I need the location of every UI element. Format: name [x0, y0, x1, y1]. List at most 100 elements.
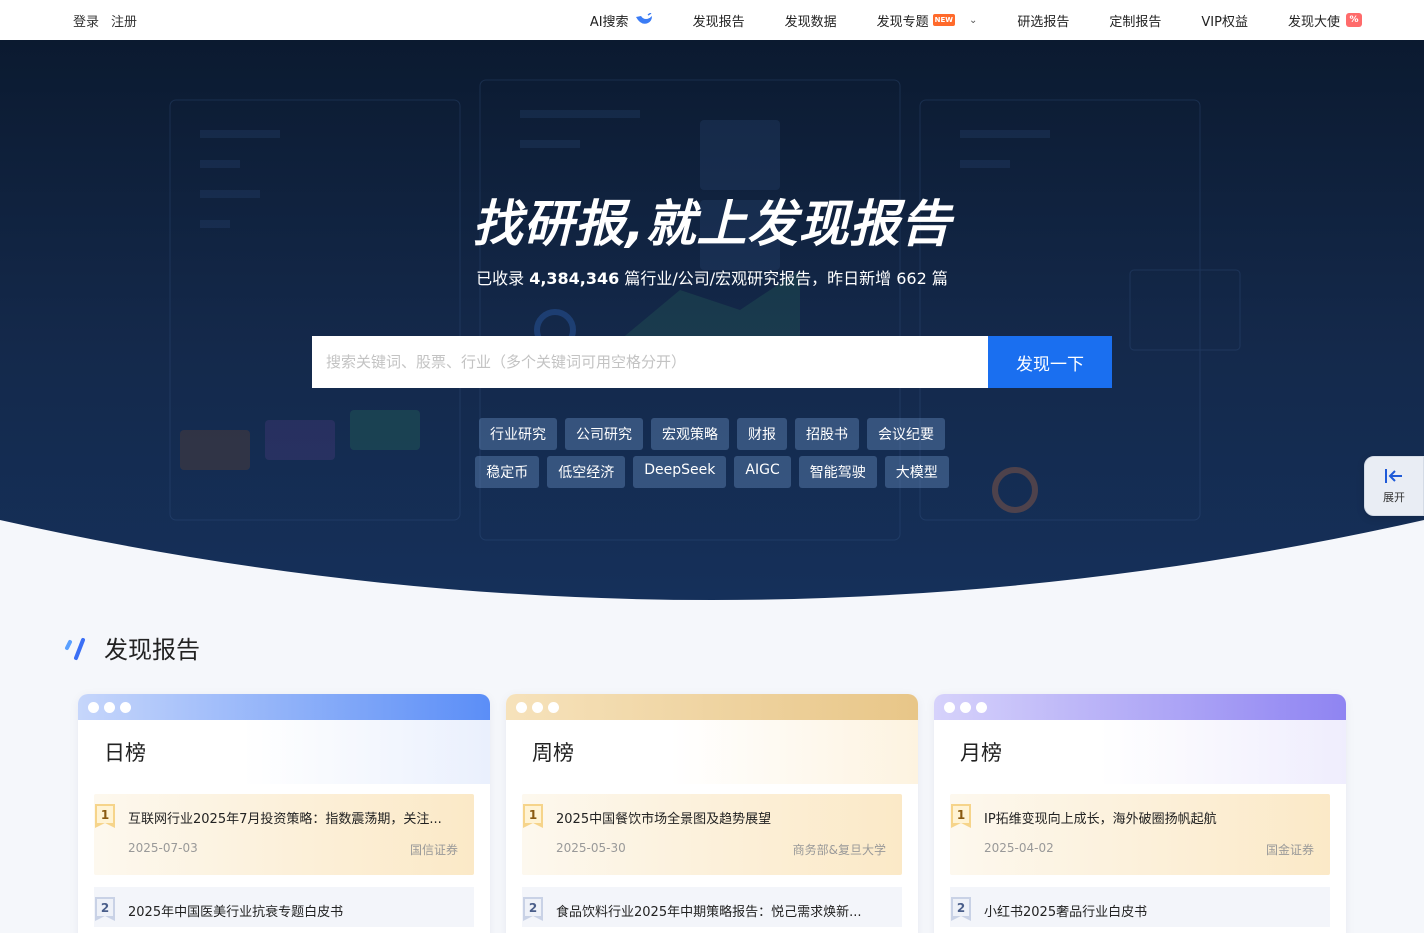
nav-label: 发现专题	[876, 14, 929, 30]
nav-ambassador[interactable]: 发现大使 %	[1288, 11, 1362, 30]
window-dot	[960, 701, 971, 713]
tag-chip[interactable]: DeepSeek	[633, 456, 727, 488]
window-dot	[516, 701, 527, 713]
nav-label: 发现数据	[784, 14, 837, 30]
card-title: 日榜	[78, 720, 490, 784]
tag-chip[interactable]: 宏观策略	[651, 418, 729, 450]
report-title: 小红书2025奢品行业白皮书	[984, 905, 1148, 920]
chevron-down-icon[interactable]: ⌄	[969, 15, 977, 26]
report-date: 2025-07-03	[128, 841, 198, 855]
tag-chip[interactable]: 稳定币	[475, 456, 540, 488]
hero-banner: 找研报,就上发现报告 已收录 4,384,346 篇行业/公司/宏观研究报告，昨…	[0, 40, 1424, 600]
slash-logo-icon	[65, 637, 85, 660]
main-nav: AI搜索 发现报告 发现数据 发现专题 NEW ⌄ 研选报告 定制报告 VIP权…	[590, 0, 1362, 40]
rank-number: 1	[100, 808, 110, 822]
nav-discover-topics[interactable]: 发现专题 NEW ⌄	[876, 11, 977, 30]
report-source: 商务部&复旦大学	[792, 843, 886, 857]
rank-number: 1	[528, 808, 538, 822]
nav-label: AI搜索	[589, 14, 629, 30]
nav-label: 发现报告	[692, 14, 745, 30]
expand-side-panel-button[interactable]: 展开	[1364, 456, 1424, 516]
rank-number: 2	[956, 901, 966, 915]
tag-chip[interactable]: 招股书	[795, 418, 859, 450]
nav-label: VIP权益	[1201, 14, 1248, 30]
window-dot	[104, 701, 115, 713]
report-source: 国金证券	[1265, 843, 1314, 857]
report-title: 互联网行业2025年7月投资策略：指数震荡期，关注...	[128, 812, 442, 827]
tag-chip[interactable]: 低空经济	[547, 456, 626, 488]
tag-chip[interactable]: 行业研究	[479, 418, 557, 450]
nav-label: 定制报告	[1109, 14, 1162, 30]
window-dot	[548, 701, 559, 713]
dashboard-background-illustration	[169, 79, 1241, 541]
tag-chip[interactable]: 会议纪要	[867, 418, 945, 450]
report-meta: 2025-07-03 国信证券	[128, 841, 474, 858]
window-dot	[944, 701, 955, 713]
nav-label: 研选报告	[1017, 14, 1070, 30]
tag-chip[interactable]: 财报	[737, 418, 787, 450]
section-header: 发现报告	[64, 630, 200, 665]
subtitle-middle: 篇行业/公司/宏观研究报告，昨日新增	[619, 269, 897, 288]
card-titlebar	[506, 694, 918, 720]
window-dot	[120, 701, 131, 713]
auth-links: 登录 注册	[73, 0, 137, 40]
search-button[interactable]: 发现一下	[988, 336, 1112, 388]
login-link[interactable]: 登录	[73, 11, 99, 30]
subtitle-suffix: 篇	[926, 269, 948, 288]
report-meta: 2025-04-02 国金证券	[984, 841, 1330, 858]
report-date: 2025-05-30	[556, 841, 626, 855]
daily-count: 662	[896, 269, 927, 288]
collapse-left-icon	[1385, 469, 1402, 483]
window-dot	[976, 701, 987, 713]
section-title: 发现报告	[104, 636, 200, 664]
total-count: 4,384,346	[529, 269, 620, 288]
hero-title: 找研报,就上发现报告	[472, 195, 952, 253]
hero-subtitle: 已收录 4,384,346 篇行业/公司/宏观研究报告，昨日新增 662 篇	[0, 265, 1424, 289]
nav-discover-reports[interactable]: 发现报告	[693, 11, 745, 30]
expand-label: 展开	[1383, 491, 1405, 504]
hot-tags-row-2: 稳定币 低空经济 DeepSeek AIGC 智能驾驶 大模型	[0, 456, 1424, 488]
nav-custom-reports[interactable]: 定制报告	[1109, 11, 1161, 30]
nav-ai-search[interactable]: AI搜索	[590, 11, 653, 30]
tag-chip[interactable]: AIGC	[734, 456, 791, 488]
tag-chip[interactable]: 大模型	[884, 456, 949, 488]
card-titlebar	[78, 694, 490, 720]
monthly-ranking-card: 月榜 1 IP拓维变现向上成长，海外破圈扬帆起航 2025-04-02 国金证券…	[934, 694, 1346, 933]
report-date: 2025-04-02	[984, 841, 1054, 855]
tag-chip[interactable]: 公司研究	[565, 418, 643, 450]
percent-icon: %	[1346, 13, 1362, 27]
ai-whale-icon	[635, 13, 652, 24]
weekly-ranking-card: 周榜 1 2025中国餐饮市场全景图及趋势展望 2025-05-30 商务部&复…	[506, 694, 918, 933]
search-input[interactable]	[312, 336, 988, 388]
ranking-item[interactable]: 1 互联网行业2025年7月投资策略：指数震荡期，关注... 2025-07-0…	[94, 794, 474, 875]
ranking-item[interactable]: 1 2025中国餐饮市场全景图及趋势展望 2025-05-30 商务部&复旦大学	[522, 794, 902, 875]
nav-vip[interactable]: VIP权益	[1201, 11, 1248, 30]
ranking-item[interactable]: 2 小红书2025奢品行业白皮书	[950, 887, 1330, 927]
rank-number: 2	[528, 901, 538, 915]
nav-label: 发现大使	[1287, 14, 1340, 30]
card-titlebar	[934, 694, 1346, 720]
rank-number: 1	[956, 808, 966, 822]
wave-divider	[0, 520, 1424, 600]
hot-tags-row-1: 行业研究 公司研究 宏观策略 财报 招股书 会议纪要	[0, 418, 1424, 450]
window-dot	[532, 701, 543, 713]
ranking-item[interactable]: 2 2025年中国医美行业抗衰专题白皮书	[94, 887, 474, 927]
rank-number: 2	[100, 901, 110, 915]
tag-chip[interactable]: 智能驾驶	[798, 456, 877, 488]
new-badge: NEW	[932, 14, 955, 26]
subtitle-prefix: 已收录	[476, 269, 530, 288]
card-title: 月榜	[934, 720, 1346, 784]
ranking-item[interactable]: 1 IP拓维变现向上成长，海外破圈扬帆起航 2025-04-02 国金证券	[950, 794, 1330, 875]
report-title: 2025年中国医美行业抗衰专题白皮书	[128, 905, 344, 920]
daily-ranking-card: 日榜 1 互联网行业2025年7月投资策略：指数震荡期，关注... 2025-0…	[78, 694, 490, 933]
card-title: 周榜	[506, 720, 918, 784]
nav-selected-reports[interactable]: 研选报告	[1017, 11, 1069, 30]
ranking-item[interactable]: 2 食品饮料行业2025年中期策略报告：悦己需求焕新...	[522, 887, 902, 927]
register-link[interactable]: 注册	[111, 11, 137, 30]
window-dot	[88, 701, 99, 713]
nav-discover-data[interactable]: 发现数据	[785, 11, 837, 30]
report-title: 食品饮料行业2025年中期策略报告：悦己需求焕新...	[556, 905, 862, 920]
report-title: IP拓维变现向上成长，海外破圈扬帆起航	[984, 812, 1217, 827]
top-nav-bar: 登录 注册 AI搜索 发现报告 发现数据 发现专题 NEW ⌄ 研选报告 定制报…	[0, 0, 1424, 40]
search-bar: 发现一下	[312, 336, 1112, 388]
